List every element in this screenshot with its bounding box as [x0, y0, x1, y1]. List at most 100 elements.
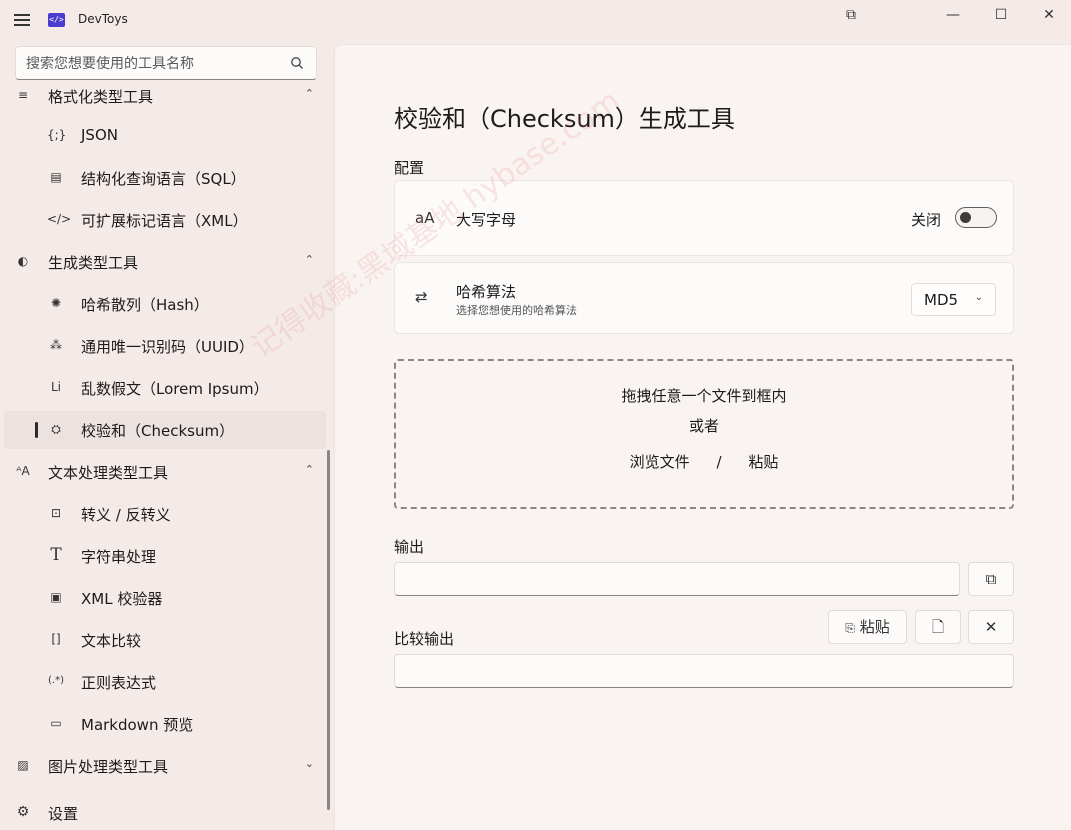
- sidebar-item-label: JSON: [81, 126, 118, 144]
- config-section-label: 配置: [394, 159, 425, 177]
- diff-icon: []: [51, 632, 61, 646]
- uppercase-toggle[interactable]: [955, 207, 997, 228]
- sidebar-nav: ≡ 格式化类型工具 ⌃ {;} JSON ▤ 结构化查询语言（SQL） </> …: [0, 87, 334, 787]
- page-title: 校验和（Checksum）生成工具: [394, 105, 735, 133]
- compare-output-field[interactable]: [394, 654, 1014, 688]
- chevron-up-icon[interactable]: ⌃: [305, 463, 314, 476]
- sidebar-item-label: 结构化查询语言（SQL）: [81, 170, 246, 188]
- chevron-up-icon[interactable]: ⌃: [305, 253, 314, 266]
- xml-icon: </>: [47, 212, 72, 226]
- paste-file-link[interactable]: 粘贴: [748, 453, 778, 471]
- sidebar-item-label: 正则表达式: [81, 674, 157, 692]
- json-icon: {;}: [47, 128, 67, 142]
- uppercase-icon: aA: [415, 209, 435, 227]
- file-drop-zone[interactable]: 拖拽任意一个文件到框内 或者 浏览文件 / 粘贴: [394, 359, 1014, 509]
- sidebar-item-label: 乱数假文（Lorem Ipsum）: [81, 380, 269, 398]
- sidebar-item-text-diff[interactable]: [] 文本比较: [4, 621, 326, 659]
- swap-arrows-icon: ⇄: [415, 288, 428, 306]
- xml-validator-icon: ▣: [50, 590, 62, 604]
- drop-actions: 浏览文件 / 粘贴: [396, 451, 1012, 472]
- hash-algorithm-select[interactable]: MD5 ⌄: [911, 283, 996, 316]
- sidebar-item-label: 设置: [48, 805, 79, 823]
- sidebar-item-hash[interactable]: ✺ 哈希散列（Hash）: [4, 285, 326, 323]
- compare-output-label: 比较输出: [394, 630, 455, 648]
- lorem-icon: Li: [50, 380, 62, 394]
- browse-files-link[interactable]: 浏览文件: [630, 453, 690, 471]
- sidebar-item-xml-validator[interactable]: ▣ XML 校验器: [4, 579, 326, 617]
- sidebar-item-label: 转义 / 反转义: [81, 506, 171, 524]
- search-input[interactable]: [26, 54, 286, 74]
- sidebar-item-generators[interactable]: ◐ 生成类型工具 ⌃: [4, 243, 326, 281]
- sidebar-item-escape[interactable]: ⊡ 转义 / 反转义: [4, 495, 326, 533]
- markdown-icon: ▭: [50, 716, 62, 730]
- paste-button-label: 粘贴: [859, 618, 890, 636]
- output-field[interactable]: [394, 562, 960, 596]
- sidebar-item-json[interactable]: {;} JSON: [4, 117, 326, 155]
- uuid-icon: ⁂: [50, 338, 62, 352]
- sidebar-item-markdown[interactable]: ▭ Markdown 预览: [4, 705, 326, 743]
- main-panel: 校验和（Checksum）生成工具 配置 aA 大写字母 关闭 ⇄ 哈希算法 选…: [334, 44, 1071, 830]
- devtoys-logo-icon: </>: [48, 13, 65, 27]
- selection-indicator: [35, 422, 38, 438]
- sidebar-item-uuid[interactable]: ⁂ 通用唯一识别码（UUID）: [4, 327, 326, 365]
- sidebar-item-format[interactable]: ≡ 格式化类型工具 ⌃: [4, 87, 326, 115]
- copy-output-button[interactable]: ⧉: [968, 562, 1014, 596]
- regex-icon: (.*): [48, 675, 64, 686]
- sidebar-item-label: 哈希散列（Hash）: [81, 296, 209, 314]
- sidebar-item-label: Markdown 预览: [81, 716, 194, 734]
- sidebar-item-xml[interactable]: </> 可扩展标记语言（XML）: [4, 201, 326, 239]
- sidebar-item-text[interactable]: ᴬA 文本处理类型工具 ⌃: [4, 453, 326, 491]
- sidebar-scrollbar[interactable]: [327, 450, 330, 810]
- sidebar-item-settings[interactable]: ⚙ 设置: [4, 794, 326, 830]
- escape-icon: ⊡: [50, 506, 62, 520]
- sidebar: ≡ 格式化类型工具 ⌃ {;} JSON ▤ 结构化查询语言（SQL） </> …: [0, 40, 334, 830]
- hash-icon: ✺: [50, 296, 62, 310]
- sidebar-item-checksum[interactable]: ⛭ 校验和（Checksum）: [4, 411, 326, 449]
- uppercase-setting-card: aA 大写字母 关闭: [394, 180, 1014, 256]
- sidebar-item-label: 字符串处理: [81, 548, 157, 566]
- file-icon: 🗋: [931, 618, 945, 636]
- image-icon: ▨: [17, 758, 29, 772]
- search-box[interactable]: [15, 46, 317, 80]
- sidebar-item-graphic[interactable]: ▨ 图片处理类型工具 ⌄: [4, 747, 326, 785]
- sidebar-item-label: 文本比较: [81, 632, 142, 650]
- minimize-button[interactable]: —: [938, 4, 968, 26]
- compact-overlay-button[interactable]: ⧉: [836, 4, 866, 26]
- paste-button[interactable]: ⎘ 粘贴: [828, 610, 907, 644]
- chevron-up-icon[interactable]: ⌃: [305, 87, 314, 100]
- sidebar-item-label: 格式化类型工具: [48, 88, 154, 106]
- sidebar-item-label: 文本处理类型工具: [48, 464, 169, 482]
- hash-algorithm-description: 选择您想使用的哈希算法: [456, 304, 577, 317]
- format-icon: ≡: [17, 88, 29, 102]
- open-file-button[interactable]: 🗋: [915, 610, 961, 644]
- action-separator: /: [716, 453, 722, 471]
- search-icon[interactable]: [290, 56, 304, 70]
- close-window-button[interactable]: ✕: [1034, 4, 1064, 26]
- maximize-button[interactable]: ☐: [986, 4, 1016, 26]
- clear-button[interactable]: ✕: [968, 610, 1014, 644]
- sidebar-item-regex[interactable]: (.*) 正则表达式: [4, 663, 326, 701]
- uppercase-toggle-state: 关闭: [910, 211, 941, 229]
- sidebar-item-label: 通用唯一识别码（UUID）: [81, 338, 254, 356]
- title-bar: </> DevToys ⧉ — ☐ ✕: [0, 0, 1071, 40]
- checksum-icon: ⛭: [51, 422, 61, 436]
- chevron-down-icon: ⌄: [974, 292, 983, 303]
- sidebar-item-lorem-ipsum[interactable]: Li 乱数假文（Lorem Ipsum）: [4, 369, 326, 407]
- drop-or-text: 或者: [688, 417, 719, 435]
- hash-algorithm-title: 哈希算法: [456, 283, 517, 301]
- app-title: DevToys: [78, 12, 128, 26]
- sidebar-item-sql[interactable]: ▤ 结构化查询语言（SQL）: [4, 159, 326, 197]
- sidebar-item-label: 可扩展标记语言（XML）: [81, 212, 248, 230]
- sidebar-item-label: 图片处理类型工具: [48, 758, 169, 776]
- sidebar-item-label: XML 校验器: [81, 590, 163, 608]
- close-icon: ✕: [984, 618, 998, 636]
- hash-algorithm-setting-card: ⇄ 哈希算法 选择您想使用的哈希算法 MD5 ⌄: [394, 262, 1014, 334]
- hamburger-menu-icon[interactable]: [14, 12, 32, 28]
- sidebar-item-string[interactable]: T 字符串处理: [4, 537, 326, 575]
- gear-icon: ⚙: [16, 804, 30, 820]
- sidebar-item-label: 校验和（Checksum）: [81, 422, 235, 440]
- toggle-knob: [960, 212, 971, 223]
- hash-algorithm-value: MD5: [924, 291, 959, 309]
- text-icon: ᴬA: [16, 464, 30, 478]
- chevron-down-icon[interactable]: ⌄: [305, 757, 314, 770]
